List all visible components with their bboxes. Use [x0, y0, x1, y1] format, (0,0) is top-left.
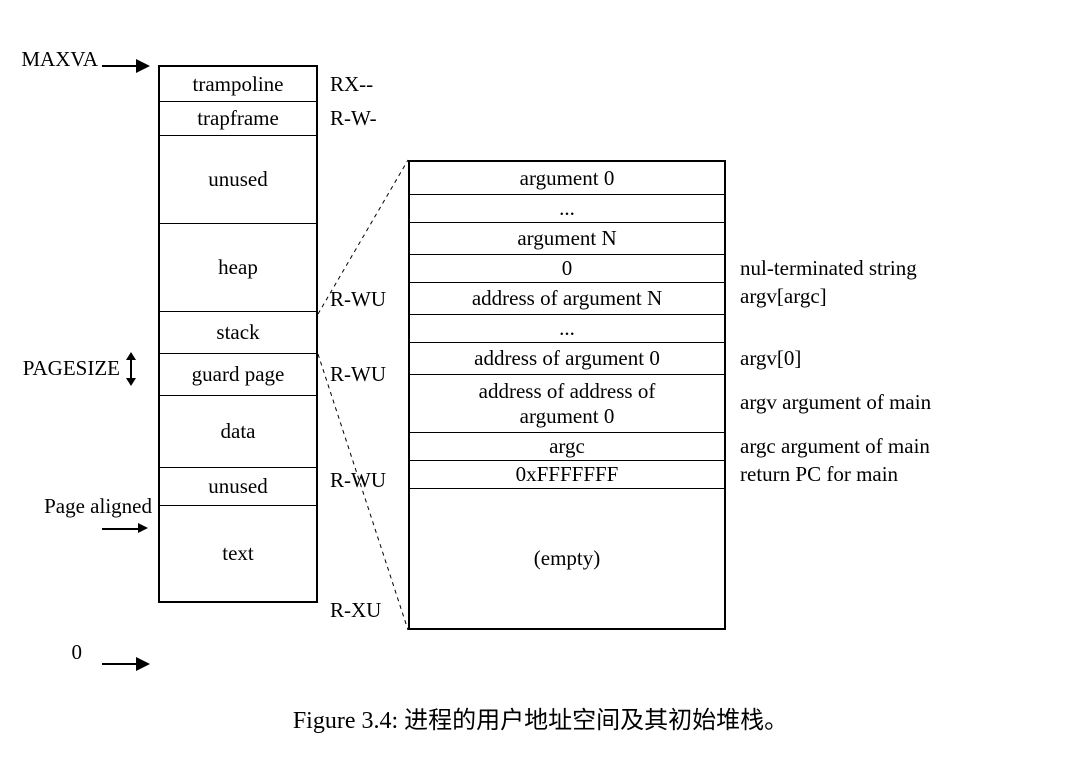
- mem-stack: stack: [160, 311, 316, 353]
- mem-text: text: [160, 505, 316, 601]
- anno-retpc: return PC for main: [740, 462, 898, 487]
- perm-data: R-WU: [330, 468, 386, 493]
- stack-detail-column: argument 0 ... argument N 0 address of a…: [408, 160, 726, 630]
- figure-3-4: MAXVA PAGESIZE Page aligned 0 trampoline…: [20, 20, 1061, 755]
- label-zero: 0: [20, 640, 82, 665]
- perm-trapframe: R-W-: [330, 106, 377, 131]
- perm-text: R-XU: [330, 598, 381, 623]
- label-page-aligned: Page aligned: [20, 494, 152, 519]
- stack-nul: 0: [410, 254, 724, 282]
- perm-stack: R-WU: [330, 362, 386, 387]
- perm-heap: R-WU: [330, 287, 386, 312]
- mem-unused: unused: [160, 467, 316, 505]
- mem-trapframe: trapframe: [160, 101, 316, 135]
- stack-retpc: 0xFFFFFFF: [410, 460, 724, 488]
- stack-addraddr-l2: argument 0: [520, 404, 615, 429]
- stack-addraddr-l1: address of address of: [479, 379, 656, 404]
- stack-empty: (empty): [410, 488, 724, 628]
- stack-addr0: address of argument 0: [410, 342, 724, 374]
- mem-data: data: [160, 395, 316, 467]
- stack-argc: argc: [410, 432, 724, 460]
- arrow-icon: [138, 523, 148, 533]
- stack-argN: argument N: [410, 222, 724, 254]
- pagesize-arrow-icon: [126, 352, 136, 386]
- mem-unused: unused: [160, 135, 316, 223]
- label-maxva: MAXVA: [20, 47, 98, 72]
- anno-argcmain: argc argument of main: [740, 434, 930, 459]
- figure-caption: Figure 3.4: 进程的用户地址空间及其初始堆栈。: [20, 700, 1061, 735]
- mem-heap: heap: [160, 223, 316, 311]
- label-pagesize: PAGESIZE: [20, 356, 120, 381]
- stack-addrN: address of argument N: [410, 282, 724, 314]
- anno-argv0: argv[0]: [740, 346, 801, 371]
- stack-addr-of-addr: address of address of argument 0: [410, 374, 724, 432]
- stack-ellipsis: ...: [410, 194, 724, 222]
- arrow-icon: [136, 657, 150, 671]
- perm-trampoline: RX--: [330, 72, 373, 97]
- arrow-icon: [136, 59, 150, 73]
- stack-arg0: argument 0: [410, 162, 724, 194]
- anno-argvargc: argv[argc]: [740, 284, 827, 309]
- address-space-column: trampoline trapframe unused heap stack g…: [158, 65, 318, 603]
- anno-argvmain: argv argument of main: [740, 390, 931, 415]
- mem-guard-page: guard page: [160, 353, 316, 395]
- anno-nulstr: nul-terminated string: [740, 256, 917, 281]
- mem-trampoline: trampoline: [160, 67, 316, 101]
- stack-ellipsis: ...: [410, 314, 724, 342]
